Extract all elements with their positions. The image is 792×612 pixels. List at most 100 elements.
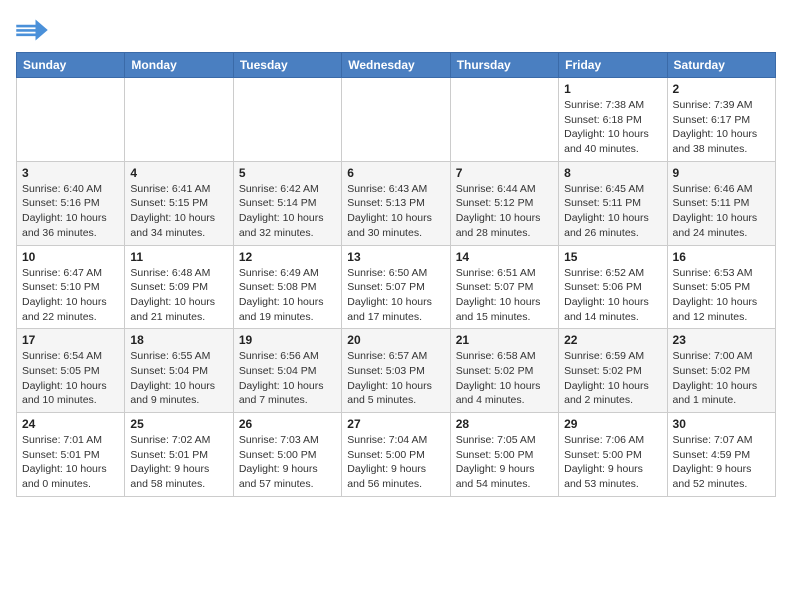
day-number: 2 bbox=[673, 82, 770, 96]
day-info: Sunrise: 7:39 AMSunset: 6:17 PMDaylight:… bbox=[673, 98, 770, 157]
day-info: Sunrise: 6:59 AMSunset: 5:02 PMDaylight:… bbox=[564, 349, 661, 408]
day-info: Sunrise: 6:56 AMSunset: 5:04 PMDaylight:… bbox=[239, 349, 336, 408]
day-info: Sunrise: 6:46 AMSunset: 5:11 PMDaylight:… bbox=[673, 182, 770, 241]
day-number: 6 bbox=[347, 166, 444, 180]
calendar-cell: 27 Sunrise: 7:04 AMSunset: 5:00 PMDayligh… bbox=[342, 413, 450, 497]
calendar-cell: 13Sunrise: 6:50 AMSunset: 5:07 PMDayligh… bbox=[342, 245, 450, 329]
calendar-cell: 17 Sunrise: 6:54 AMSunset: 5:05 PMDayligh… bbox=[17, 329, 125, 413]
calendar-cell: 29 Sunrise: 7:06 AMSunset: 5:00 PMDayligh… bbox=[559, 413, 667, 497]
calendar-cell: 20 Sunrise: 6:57 AMSunset: 5:03 PMDayligh… bbox=[342, 329, 450, 413]
day-number: 30 bbox=[673, 417, 770, 431]
day-number: 29 bbox=[564, 417, 661, 431]
day-info: Sunrise: 6:54 AMSunset: 5:05 PMDaylight:… bbox=[22, 349, 119, 408]
day-info: Sunrise: 6:55 AMSunset: 5:04 PMDaylight:… bbox=[130, 349, 227, 408]
day-info: Sunrise: 6:45 AMSunset: 5:11 PMDaylight:… bbox=[564, 182, 661, 241]
calendar-cell: 7 Sunrise: 6:44 AMSunset: 5:12 PMDaylight… bbox=[450, 161, 558, 245]
day-number: 7 bbox=[456, 166, 553, 180]
calendar-cell: 4 Sunrise: 6:41 AMSunset: 5:15 PMDaylight… bbox=[125, 161, 233, 245]
calendar-cell: 16 Sunrise: 6:53 AMSunset: 5:05 PMDayligh… bbox=[667, 245, 775, 329]
weekday-header-tuesday: Tuesday bbox=[233, 53, 341, 78]
day-info: Sunrise: 7:05 AMSunset: 5:00 PMDaylight:… bbox=[456, 433, 553, 492]
calendar-week-row: 3 Sunrise: 6:40 AMSunset: 5:16 PMDaylight… bbox=[17, 161, 776, 245]
calendar-cell bbox=[17, 78, 125, 162]
calendar-cell: 6 Sunrise: 6:43 AMSunset: 5:13 PMDaylight… bbox=[342, 161, 450, 245]
calendar-cell: 10 Sunrise: 6:47 AMSunset: 5:10 PMDayligh… bbox=[17, 245, 125, 329]
day-number: 12 bbox=[239, 250, 336, 264]
day-info: Sunrise: 7:03 AMSunset: 5:00 PMDaylight:… bbox=[239, 433, 336, 492]
day-number: 27 bbox=[347, 417, 444, 431]
weekday-header-friday: Friday bbox=[559, 53, 667, 78]
calendar-cell: 23Sunrise: 7:00 AMSunset: 5:02 PMDayligh… bbox=[667, 329, 775, 413]
weekday-header-sunday: Sunday bbox=[17, 53, 125, 78]
day-info: Sunrise: 7:04 AMSunset: 5:00 PMDaylight:… bbox=[347, 433, 444, 492]
calendar-week-row: 17 Sunrise: 6:54 AMSunset: 5:05 PMDayligh… bbox=[17, 329, 776, 413]
calendar-cell: 8 Sunrise: 6:45 AMSunset: 5:11 PMDaylight… bbox=[559, 161, 667, 245]
day-info: Sunrise: 7:06 AMSunset: 5:00 PMDaylight:… bbox=[564, 433, 661, 492]
day-info: Sunrise: 6:47 AMSunset: 5:10 PMDaylight:… bbox=[22, 266, 119, 325]
day-number: 4 bbox=[130, 166, 227, 180]
day-info: Sunrise: 6:53 AMSunset: 5:05 PMDaylight:… bbox=[673, 266, 770, 325]
day-info: Sunrise: 6:51 AMSunset: 5:07 PMDaylight:… bbox=[456, 266, 553, 325]
calendar-cell bbox=[342, 78, 450, 162]
day-number: 5 bbox=[239, 166, 336, 180]
calendar-cell: 2 Sunrise: 7:39 AMSunset: 6:17 PMDaylight… bbox=[667, 78, 775, 162]
day-number: 10 bbox=[22, 250, 119, 264]
day-number: 8 bbox=[564, 166, 661, 180]
calendar-week-row: 24 Sunrise: 7:01 AMSunset: 5:01 PMDayligh… bbox=[17, 413, 776, 497]
day-number: 15 bbox=[564, 250, 661, 264]
day-number: 21 bbox=[456, 333, 553, 347]
day-number: 13 bbox=[347, 250, 444, 264]
day-info: Sunrise: 6:40 AMSunset: 5:16 PMDaylight:… bbox=[22, 182, 119, 241]
day-number: 24 bbox=[22, 417, 119, 431]
calendar-cell: 18 Sunrise: 6:55 AMSunset: 5:04 PMDayligh… bbox=[125, 329, 233, 413]
day-number: 20 bbox=[347, 333, 444, 347]
calendar-cell: 19 Sunrise: 6:56 AMSunset: 5:04 PMDayligh… bbox=[233, 329, 341, 413]
day-info: Sunrise: 6:52 AMSunset: 5:06 PMDaylight:… bbox=[564, 266, 661, 325]
calendar-cell bbox=[125, 78, 233, 162]
calendar-cell: 12Sunrise: 6:49 AMSunset: 5:08 PMDayligh… bbox=[233, 245, 341, 329]
calendar-week-row: 10 Sunrise: 6:47 AMSunset: 5:10 PMDayligh… bbox=[17, 245, 776, 329]
day-info: Sunrise: 6:57 AMSunset: 5:03 PMDaylight:… bbox=[347, 349, 444, 408]
day-info: Sunrise: 6:58 AMSunset: 5:02 PMDaylight:… bbox=[456, 349, 553, 408]
calendar-cell: 3 Sunrise: 6:40 AMSunset: 5:16 PMDaylight… bbox=[17, 161, 125, 245]
day-number: 19 bbox=[239, 333, 336, 347]
calendar-cell bbox=[450, 78, 558, 162]
day-number: 17 bbox=[22, 333, 119, 347]
day-info: Sunrise: 7:38 AMSunset: 6:18 PMDaylight:… bbox=[564, 98, 661, 157]
calendar-cell: 14 Sunrise: 6:51 AMSunset: 5:07 PMDayligh… bbox=[450, 245, 558, 329]
day-number: 14 bbox=[456, 250, 553, 264]
day-number: 26 bbox=[239, 417, 336, 431]
calendar-cell: 9 Sunrise: 6:46 AMSunset: 5:11 PMDaylight… bbox=[667, 161, 775, 245]
calendar-cell: 28 Sunrise: 7:05 AMSunset: 5:00 PMDayligh… bbox=[450, 413, 558, 497]
calendar-cell: 15 Sunrise: 6:52 AMSunset: 5:06 PMDayligh… bbox=[559, 245, 667, 329]
day-number: 18 bbox=[130, 333, 227, 347]
calendar-cell: 25Sunrise: 7:02 AMSunset: 5:01 PMDayligh… bbox=[125, 413, 233, 497]
weekday-header-saturday: Saturday bbox=[667, 53, 775, 78]
logo bbox=[16, 16, 52, 44]
day-number: 23 bbox=[673, 333, 770, 347]
calendar-header-row: SundayMondayTuesdayWednesdayThursdayFrid… bbox=[17, 53, 776, 78]
day-info: Sunrise: 7:01 AMSunset: 5:01 PMDaylight:… bbox=[22, 433, 119, 492]
day-info: Sunrise: 7:07 AMSunset: 4:59 PMDaylight:… bbox=[673, 433, 770, 492]
day-number: 22 bbox=[564, 333, 661, 347]
calendar-cell: 24 Sunrise: 7:01 AMSunset: 5:01 PMDayligh… bbox=[17, 413, 125, 497]
calendar-cell: 21 Sunrise: 6:58 AMSunset: 5:02 PMDayligh… bbox=[450, 329, 558, 413]
weekday-header-thursday: Thursday bbox=[450, 53, 558, 78]
calendar-week-row: 1 Sunrise: 7:38 AMSunset: 6:18 PMDaylight… bbox=[17, 78, 776, 162]
page-header bbox=[16, 16, 776, 44]
calendar-cell: 11Sunrise: 6:48 AMSunset: 5:09 PMDayligh… bbox=[125, 245, 233, 329]
day-number: 1 bbox=[564, 82, 661, 96]
weekday-header-wednesday: Wednesday bbox=[342, 53, 450, 78]
day-info: Sunrise: 6:43 AMSunset: 5:13 PMDaylight:… bbox=[347, 182, 444, 241]
day-number: 28 bbox=[456, 417, 553, 431]
weekday-header-monday: Monday bbox=[125, 53, 233, 78]
day-number: 25 bbox=[130, 417, 227, 431]
calendar-table: SundayMondayTuesdayWednesdayThursdayFrid… bbox=[16, 52, 776, 497]
day-info: Sunrise: 6:42 AMSunset: 5:14 PMDaylight:… bbox=[239, 182, 336, 241]
day-number: 16 bbox=[673, 250, 770, 264]
day-number: 11 bbox=[130, 250, 227, 264]
day-info: Sunrise: 6:44 AMSunset: 5:12 PMDaylight:… bbox=[456, 182, 553, 241]
day-number: 3 bbox=[22, 166, 119, 180]
day-info: Sunrise: 6:41 AMSunset: 5:15 PMDaylight:… bbox=[130, 182, 227, 241]
day-number: 9 bbox=[673, 166, 770, 180]
